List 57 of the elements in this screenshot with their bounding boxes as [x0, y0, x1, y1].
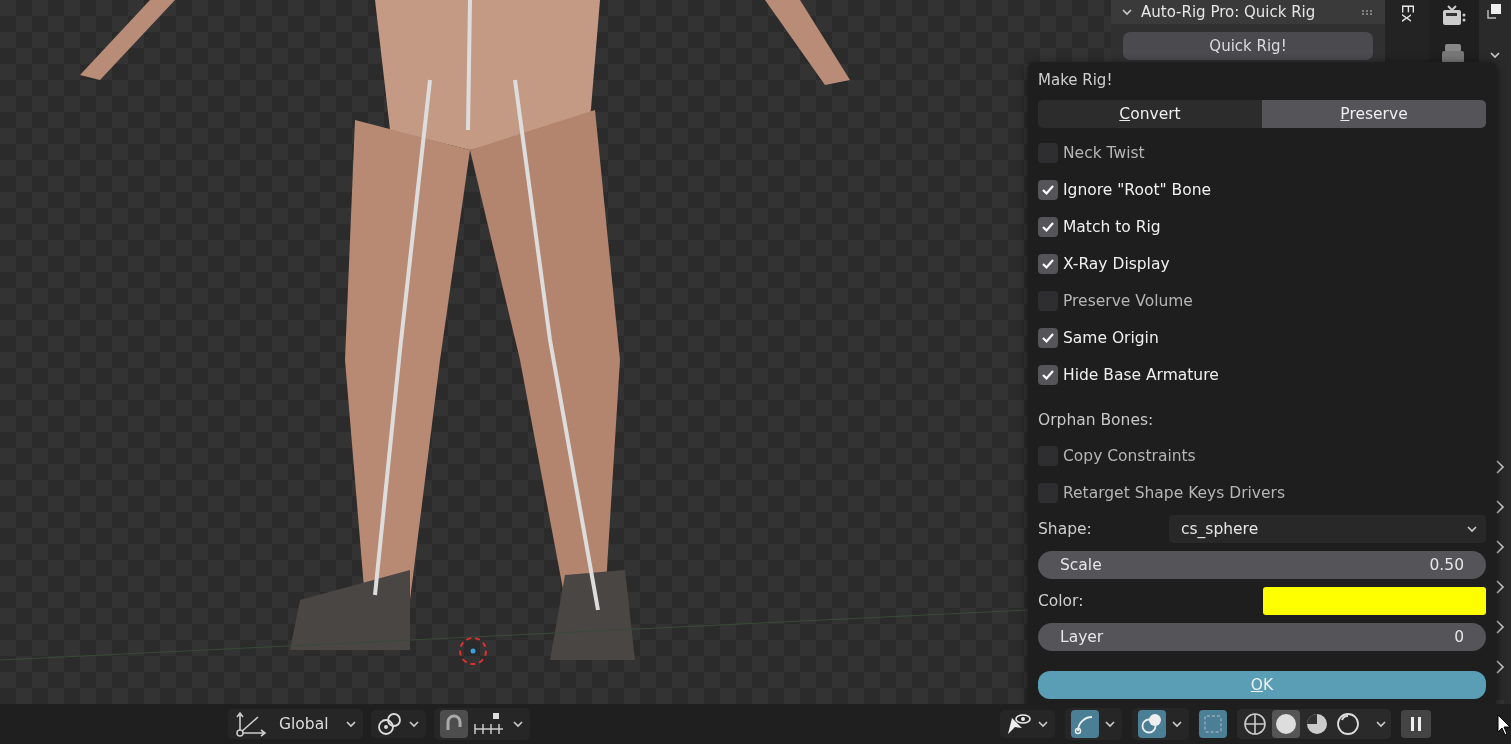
field-label: Color:: [1038, 592, 1084, 610]
chevron-down-icon[interactable]: [1466, 524, 1478, 534]
quick-rig-button[interactable]: Quick Rig!: [1123, 32, 1373, 60]
panel-title: Auto-Rig Pro: Quick Rig: [1141, 3, 1317, 21]
chevron-right-icon[interactable]: [1495, 660, 1505, 674]
printer-icon[interactable]: [1441, 44, 1467, 64]
chevron-down-icon[interactable]: [1375, 719, 1387, 729]
overlay-icon[interactable]: [1138, 710, 1166, 738]
checkbox-label: Copy Constraints: [1063, 446, 1196, 465]
chevron-down-icon[interactable]: [1171, 719, 1183, 729]
checkbox-label: Neck Twist: [1063, 143, 1145, 162]
monitor-icon[interactable]: [1441, 4, 1467, 28]
chevron-right-icon[interactable]: [1495, 460, 1505, 474]
checkbox-label: Match to Rig: [1063, 217, 1161, 236]
chevron-right-icon[interactable]: [1495, 580, 1505, 594]
scale-field[interactable]: Scale 0.50: [1038, 551, 1486, 579]
pivot-dropdown[interactable]: [371, 710, 427, 738]
pointer-eye-icon[interactable]: [1006, 712, 1032, 736]
dialog-title: Make Rig!: [1038, 70, 1114, 91]
panel-header[interactable]: Auto-Rig Pro: Quick Rig: [1111, 0, 1385, 24]
checkbox-label: Ignore "Root" Bone: [1063, 180, 1211, 199]
axes-icon[interactable]: [234, 711, 268, 737]
chevron-right-icon[interactable]: [1495, 620, 1505, 634]
checkbox-label: Preserve Volume: [1063, 291, 1193, 310]
checkbox-label: Hide Base Armature: [1063, 365, 1219, 384]
layer-field[interactable]: Layer 0: [1038, 623, 1486, 651]
chevron-down-icon[interactable]: [408, 719, 421, 729]
chevron-right-icon[interactable]: [1495, 500, 1505, 514]
sidebar-tab[interactable]: Ex: [1396, 0, 1418, 27]
visibility-dropdown[interactable]: [1000, 710, 1055, 738]
orientation-dropdown[interactable]: Global: [228, 709, 364, 739]
field-label: Shape:: [1038, 520, 1092, 538]
chevron-down-icon[interactable]: [345, 719, 358, 729]
pivot-icon[interactable]: [377, 712, 404, 736]
section-label: Orphan Bones:: [1038, 410, 1155, 431]
chevron-down-icon[interactable]: [1121, 7, 1133, 17]
pause-icon[interactable]: [1401, 710, 1431, 738]
checkbox-label: Same Origin: [1063, 328, 1159, 347]
solid-shading-icon[interactable]: [1272, 710, 1300, 738]
chevron-down-icon[interactable]: [1104, 719, 1116, 729]
chevron-down-icon[interactable]: [1489, 50, 1501, 60]
checkbox-label: Retarget Shape Keys Drivers: [1063, 483, 1285, 502]
chevron-right-icon[interactable]: [1495, 540, 1505, 554]
drag-handle-icon[interactable]: [1361, 9, 1375, 15]
wireframe-shading-icon[interactable]: [1241, 710, 1269, 738]
rendered-shading-icon[interactable]: [1334, 710, 1362, 738]
mode-tab[interactable]: Preserve: [1262, 100, 1486, 128]
mouse-pointer-icon: [1497, 714, 1511, 736]
magnet-icon[interactable]: [440, 710, 469, 738]
color-swatch[interactable]: [1263, 587, 1486, 615]
chevron-down-icon[interactable]: [512, 719, 525, 729]
mode-tab[interactable]: Convert: [1038, 100, 1262, 128]
chevron-down-icon[interactable]: [1037, 719, 1049, 729]
gizmo-icon[interactable]: [1071, 710, 1099, 738]
shape-dropdown[interactable]: cs_sphere: [1169, 515, 1486, 543]
maximize-icon[interactable]: [1487, 2, 1503, 20]
checkbox-label: X-Ray Display: [1063, 254, 1170, 273]
